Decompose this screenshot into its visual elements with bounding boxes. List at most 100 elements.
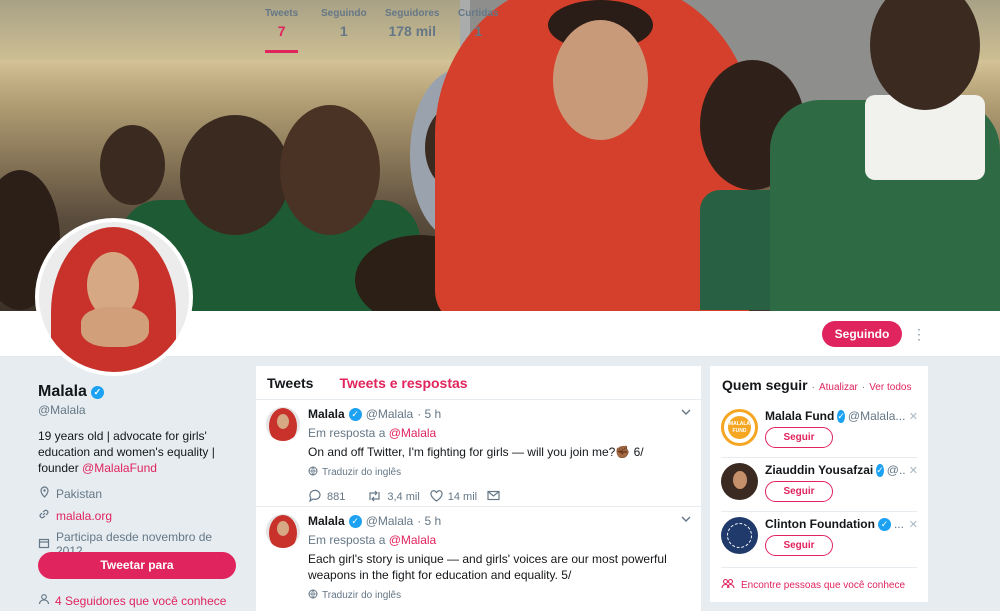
tweet-reply-prefix: Em resposta a [308,426,389,440]
find-people-text: Encontre pessoas que você conhece [741,579,905,591]
suggestion-handle[interactable]: @Malala... [848,409,905,423]
verified-badge-icon: ✓ [348,514,362,528]
chevron-down-icon[interactable] [681,407,691,419]
nav-followers[interactable]: Seguidores 178 mil [385,8,439,39]
suggestion-avatar[interactable] [721,517,758,554]
timeline-tabs: Tweets Tweets e respostas [256,366,701,400]
suggestion-name[interactable]: Ziauddin Yousafzai [765,463,873,477]
profile-name[interactable]: Malala [38,383,87,401]
tweet-item[interactable]: Malala ✓ @Malala · 5 h Em resposta a @Ma… [256,507,701,611]
tweet-reply-context: Em resposta a @Malala [308,426,693,440]
suggestion-handle[interactable]: @... [887,463,905,477]
nav-following[interactable]: Seguindo 1 [321,8,367,39]
profile-location-text: Pakistan [56,486,103,501]
tweet-text: Each girl's story is unique — and girls'… [308,552,667,582]
suggestion-handle[interactable]: ... [894,517,904,531]
followers-you-know[interactable]: 4 Seguidores que você conhece [38,593,226,608]
tweet-author-name[interactable]: Malala [308,407,345,421]
profile-location: Pakistan [38,486,238,501]
tweet-reply-to-link[interactable]: @Malala [389,533,437,547]
profile-card: Malala ✓ @Malala 19 years old | advocate… [38,383,238,558]
verified-badge-icon: ✓ [348,407,362,421]
profile-handle[interactable]: @Malala [38,403,238,417]
follow-button[interactable]: Seguir [765,481,833,502]
nav-following-count: 1 [339,23,348,39]
link-icon [38,508,50,523]
suggestion-name[interactable]: Malala Fund [765,409,834,423]
nav-tweets-label: Tweets [265,8,299,19]
follow-button[interactable]: Seguir [765,427,833,448]
suggestion-item[interactable]: Clinton Foundation ✓ ... ✕ Seguir [710,511,928,565]
close-icon[interactable]: ✕ [909,410,918,423]
like-button[interactable]: 14 mil [430,489,478,505]
tweet-author-handle[interactable]: @Malala [366,407,414,421]
suggestion-item[interactable]: Ziauddin Yousafzai ✓ @... ✕ Seguir [710,457,928,511]
who-to-follow-panel: Quem seguir · Atualizar · Ver todos MALA… [710,366,928,602]
tweet-avatar[interactable] [266,407,300,441]
tab-tweets-and-replies[interactable]: Tweets e respostas [339,375,467,391]
close-icon[interactable]: ✕ [909,518,918,531]
timeline: Tweets Tweets e respostas Malala ✓ @Mala… [256,366,701,611]
tweet-author-name[interactable]: Malala [308,514,345,528]
heart-icon [430,489,443,505]
reply-icon [308,489,322,505]
nav-followers-label: Seguidores [385,8,440,19]
translate-text: Traduzir do inglês [322,590,402,601]
tweet-reply-to-link[interactable]: @Malala [389,426,437,440]
verified-badge-icon: ✓ [877,517,891,531]
profile-avatar[interactable] [35,218,193,376]
nav-likes-label: Curtidas [458,8,499,19]
location-pin-icon [38,486,50,501]
retweet-button[interactable]: 3,4 mil [367,490,420,505]
tab-tweets[interactable]: Tweets [267,375,313,391]
tweet-author-handle[interactable]: @Malala [366,514,414,528]
profile-website-link[interactable]: malala.org [56,509,112,523]
nav-following-label: Seguindo [321,8,367,19]
people-icon [721,578,735,592]
envelope-icon [487,490,500,504]
close-icon[interactable]: ✕ [909,464,918,477]
translate-text: Traduzir do inglês [322,467,402,478]
translate-link[interactable]: Traduzir do inglês [308,466,693,479]
like-count: 14 mil [447,491,478,503]
person-icon [38,593,50,608]
suggestion-avatar[interactable]: MALALA FUND [721,409,758,446]
verified-badge-icon: ✓ [90,385,104,399]
tweet-reply-prefix: Em resposta a [308,533,389,547]
who-to-follow-title: Quem seguir [722,377,808,393]
reply-count: 881 [327,491,346,503]
find-people-link[interactable]: Encontre pessoas que você conhece [721,578,905,592]
followers-you-know-text: 4 Seguidores que você conhece [55,593,227,608]
chevron-down-icon[interactable] [681,514,691,526]
nav-tweets-count: 7 [277,23,286,39]
tweet-avatar[interactable] [266,514,300,548]
suggestion-avatar[interactable] [721,463,758,500]
suggestion-name[interactable]: Clinton Foundation [765,517,875,531]
more-options-icon[interactable]: ⋮ [912,322,926,346]
globe-icon [308,466,318,479]
follow-button[interactable]: Seguir [765,535,833,556]
nav-likes[interactable]: Curtidas 1 [458,8,499,39]
suggestion-item[interactable]: MALALA FUND Malala Fund ✓ @Malala... ✕ S… [710,403,928,457]
retweet-icon [367,490,382,505]
profile-bio-link[interactable]: @MalalaFund [82,461,157,475]
nav-tweets[interactable]: Tweets 7 [265,8,299,53]
verified-badge-icon: ✓ [837,409,845,423]
refresh-link[interactable]: Atualizar [819,382,858,393]
direct-message-button[interactable] [487,490,500,504]
following-button[interactable]: Seguindo [822,321,902,347]
translate-link[interactable]: Traduzir do inglês [308,589,693,602]
view-all-link[interactable]: Ver todos [869,382,911,393]
nav-likes-count: 1 [474,23,483,39]
profile-bio: 19 years old | advocate for girls' educa… [38,428,238,476]
reply-button[interactable]: 881 [308,489,345,505]
profile-website: malala.org [38,508,238,523]
tweet-timestamp[interactable]: · 5 h [417,514,441,528]
calendar-icon [38,537,50,552]
tweet-timestamp[interactable]: · 5 h [417,407,441,421]
tweet-item[interactable]: Malala ✓ @Malala · 5 h Em resposta a @Ma… [256,400,701,507]
tweet-actions: 881 3,4 mil 14 mil [308,489,693,505]
tweet-text: On and off Twitter, I'm fighting for gir… [308,445,644,459]
nav-followers-count: 178 mil [388,23,436,39]
tweet-to-button[interactable]: Tweetar para [38,552,236,579]
